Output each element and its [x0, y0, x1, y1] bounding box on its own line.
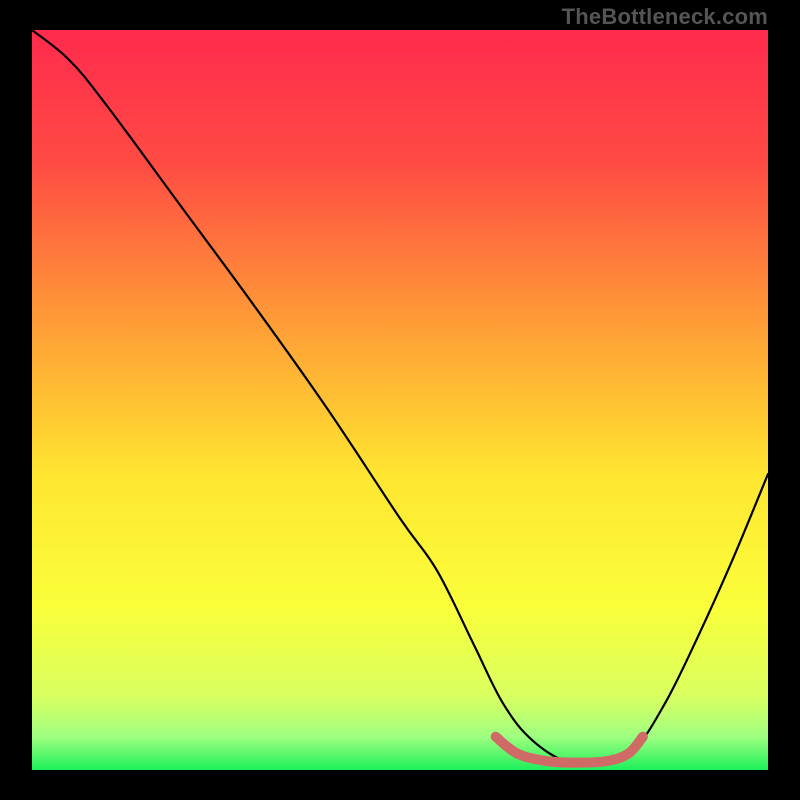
bottleneck-chart	[32, 30, 768, 770]
watermark-text: TheBottleneck.com	[562, 4, 768, 30]
gradient-background	[32, 30, 768, 770]
chart-frame	[32, 30, 768, 770]
